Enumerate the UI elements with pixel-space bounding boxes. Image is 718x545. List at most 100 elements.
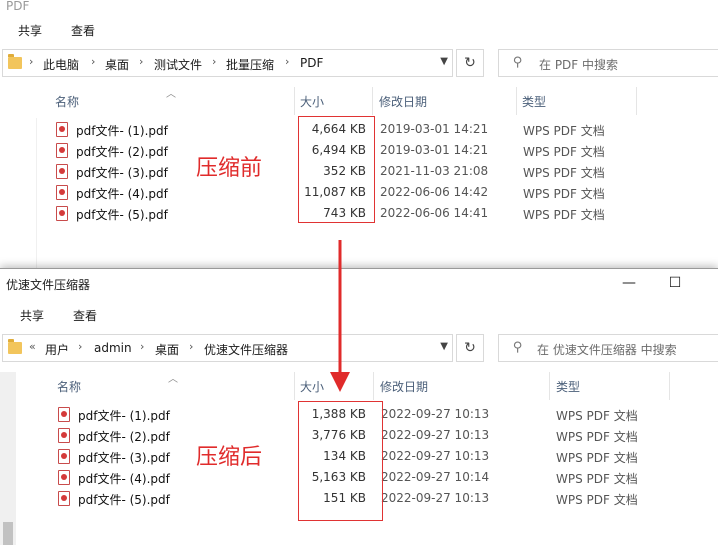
- pdf-file-icon: [56, 164, 68, 179]
- column-type[interactable]: 类型: [522, 93, 546, 110]
- file-date: 2019-03-01 14:21: [380, 122, 489, 136]
- search-icon: ⚲: [513, 55, 523, 70]
- explorer-window-before: PDF 共享 查看 › 此电脑 › 桌面 › 测试文件 › 批量压缩 › PDF…: [0, 0, 718, 268]
- navigation-bar: « 用户 › admin › 桌面 › 优速文件压缩器 ▼ ↻ ⚲ 在 优速文件…: [0, 332, 718, 364]
- column-divider[interactable]: [669, 372, 670, 400]
- column-name[interactable]: 名称: [57, 378, 81, 395]
- column-divider[interactable]: [373, 372, 374, 400]
- search-box[interactable]: ⚲ 在 PDF 中搜索: [498, 49, 718, 77]
- file-date: 2022-09-27 10:13: [381, 407, 490, 421]
- file-type: WPS PDF 文档: [523, 124, 605, 138]
- address-bar[interactable]: « 用户 › admin › 桌面 › 优速文件压缩器 ▼: [2, 334, 453, 362]
- file-name: pdf文件- (5).pdf: [78, 493, 170, 507]
- navigation-bar: › 此电脑 › 桌面 › 测试文件 › 批量压缩 › PDF ▼ ↻ ⚲ 在 P…: [0, 47, 718, 79]
- file-date: 2022-09-27 10:14: [381, 470, 490, 484]
- chevron-down-icon[interactable]: ▼: [440, 341, 448, 352]
- column-type[interactable]: 类型: [556, 378, 580, 395]
- file-date: 2022-09-27 10:13: [381, 428, 490, 442]
- breadcrumb-chevron-icon: ›: [212, 55, 217, 68]
- pdf-file-icon: [58, 428, 70, 443]
- breadcrumb-item[interactable]: 此电脑: [43, 56, 79, 73]
- file-date: 2019-03-01 14:21: [380, 143, 489, 157]
- scrollbar-thumb[interactable]: [3, 522, 13, 545]
- size-highlight-box: [298, 401, 383, 521]
- column-divider[interactable]: [294, 372, 295, 400]
- breadcrumb-item[interactable]: PDF: [300, 56, 323, 70]
- ribbon-tabs: 共享 查看: [0, 18, 718, 42]
- column-size[interactable]: 大小: [300, 93, 324, 110]
- refresh-button[interactable]: ↻: [456, 49, 484, 77]
- file-type: WPS PDF 文档: [523, 166, 605, 180]
- pdf-file-icon: [58, 407, 70, 422]
- ribbon-tab-share[interactable]: 共享: [18, 22, 42, 39]
- ribbon-tabs: 共享 查看: [0, 303, 718, 327]
- breadcrumb-chevron-icon: ›: [139, 55, 144, 68]
- column-divider[interactable]: [549, 372, 550, 400]
- file-type: WPS PDF 文档: [523, 187, 605, 201]
- address-bar[interactable]: › 此电脑 › 桌面 › 测试文件 › 批量压缩 › PDF ▼: [2, 49, 453, 77]
- column-divider[interactable]: [636, 87, 637, 115]
- breadcrumb-overflow-icon[interactable]: «: [29, 340, 36, 353]
- refresh-icon: ↻: [464, 340, 476, 356]
- breadcrumb-item[interactable]: 优速文件压缩器: [204, 341, 288, 358]
- column-name[interactable]: 名称: [55, 93, 79, 110]
- file-date: 2022-09-27 10:13: [381, 449, 490, 463]
- sort-up-icon: ︿: [166, 89, 176, 100]
- file-type: WPS PDF 文档: [523, 208, 605, 222]
- breadcrumb-item[interactable]: 用户: [45, 341, 69, 358]
- file-name: pdf文件- (2).pdf: [78, 430, 170, 444]
- column-size[interactable]: 大小: [300, 378, 324, 395]
- file-name: pdf文件- (3).pdf: [76, 166, 168, 180]
- ribbon-tab-view[interactable]: 查看: [73, 307, 97, 324]
- file-name: pdf文件- (1).pdf: [76, 124, 168, 138]
- column-divider[interactable]: [516, 87, 517, 115]
- column-date[interactable]: 修改日期: [380, 378, 428, 395]
- file-type: WPS PDF 文档: [556, 409, 638, 423]
- annotation-before-label: 压缩前: [196, 156, 263, 181]
- breadcrumb-item[interactable]: 测试文件: [154, 56, 202, 73]
- file-date: 2022-09-27 10:13: [381, 491, 490, 505]
- refresh-icon: ↻: [464, 55, 476, 71]
- pdf-file-icon: [56, 122, 68, 137]
- file-name: pdf文件- (1).pdf: [78, 409, 170, 423]
- title-bar: PDF: [0, 0, 718, 20]
- title-bar: 优速文件压缩器 — ☐: [0, 269, 718, 297]
- breadcrumb-item[interactable]: admin: [94, 341, 132, 355]
- breadcrumb-chevron-icon: ›: [29, 55, 34, 68]
- window-title: 优速文件压缩器: [6, 278, 91, 292]
- breadcrumb-item[interactable]: 批量压缩: [226, 56, 274, 73]
- breadcrumb-chevron-icon: ›: [78, 340, 83, 353]
- column-header: ︿ 名称 大小 修改日期 类型: [0, 87, 718, 117]
- search-box[interactable]: ⚲ 在 优速文件压缩器 中搜索: [498, 334, 718, 362]
- search-placeholder: 在 PDF 中搜索: [539, 58, 619, 72]
- pdf-file-icon: [58, 449, 70, 464]
- breadcrumb-item[interactable]: 桌面: [155, 341, 179, 358]
- file-date: 2021-11-03 21:08: [380, 164, 489, 178]
- maximize-icon[interactable]: ☐: [652, 269, 698, 297]
- folder-icon: [8, 54, 22, 69]
- refresh-button[interactable]: ↻: [456, 334, 484, 362]
- file-name: pdf文件- (3).pdf: [78, 451, 170, 465]
- file-date: 2022-06-06 14:42: [380, 185, 489, 199]
- annotation-after-label: 压缩后: [196, 445, 263, 470]
- file-name: pdf文件- (2).pdf: [76, 145, 168, 159]
- file-name: pdf文件- (5).pdf: [76, 208, 168, 222]
- column-date[interactable]: 修改日期: [379, 93, 427, 110]
- file-name: pdf文件- (4).pdf: [78, 472, 170, 486]
- size-highlight-box: [298, 116, 375, 223]
- ribbon-tab-view[interactable]: 查看: [71, 22, 95, 39]
- column-divider[interactable]: [294, 87, 295, 115]
- column-divider[interactable]: [372, 87, 373, 115]
- ribbon-tab-share[interactable]: 共享: [20, 307, 44, 324]
- sort-up-icon: ︿: [168, 374, 178, 385]
- file-type: WPS PDF 文档: [556, 472, 638, 486]
- breadcrumb-item[interactable]: 桌面: [105, 56, 129, 73]
- pdf-file-icon: [56, 206, 68, 221]
- pdf-file-icon: [56, 185, 68, 200]
- pdf-file-icon: [58, 470, 70, 485]
- breadcrumb-chevron-icon: ›: [91, 55, 96, 68]
- search-icon: ⚲: [513, 340, 523, 355]
- chevron-down-icon[interactable]: ▼: [440, 56, 448, 67]
- column-header: ︿ 名称 大小 修改日期 类型: [0, 372, 718, 402]
- minimize-icon[interactable]: —: [606, 269, 652, 297]
